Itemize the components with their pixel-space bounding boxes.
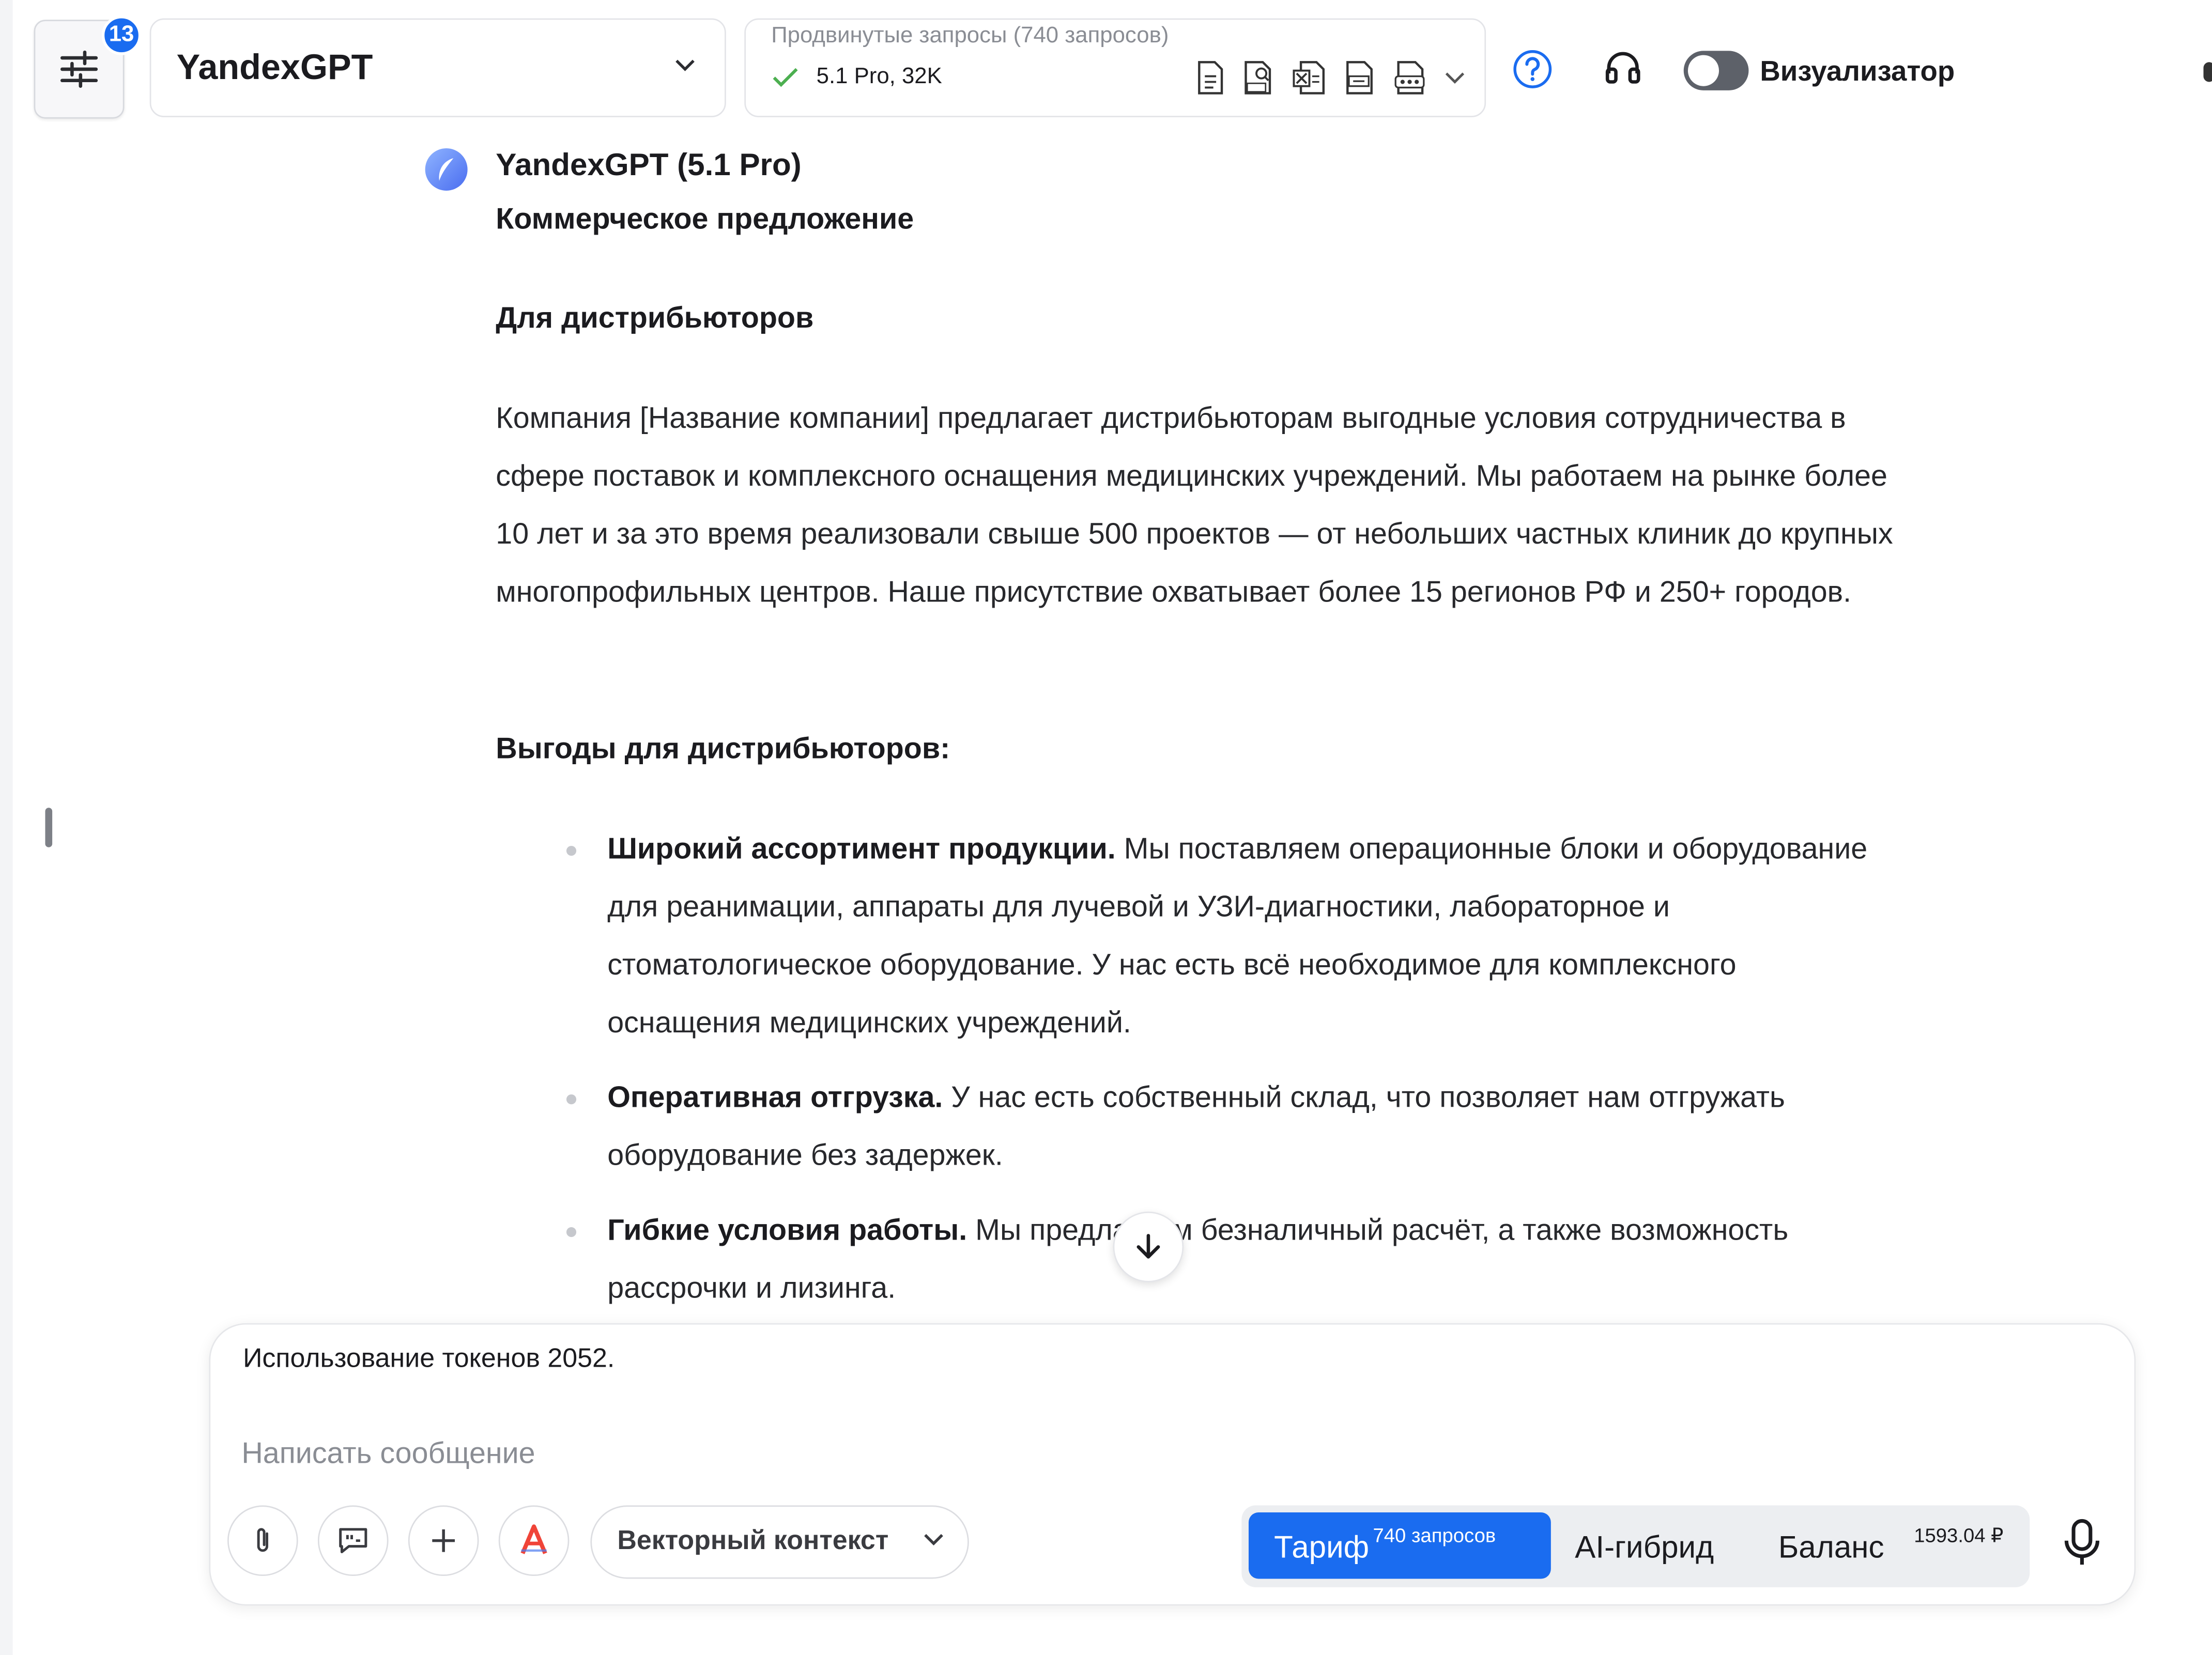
benefits-list: Широкий ассортимент продукции. Мы постав… <box>566 821 1879 1335</box>
prompts-button[interactable] <box>317 1505 389 1576</box>
attach-button[interactable] <box>227 1505 298 1576</box>
tab-tariff[interactable]: Тариф 740 запросов <box>1248 1512 1551 1579</box>
paperclip-icon <box>257 1528 268 1552</box>
list-item: Оперативная отгрузка. У нас есть собстве… <box>566 1069 1879 1185</box>
help-icon[interactable] <box>1511 48 1554 90</box>
visualizer-label: Визуализатор <box>1760 56 1955 88</box>
doc-icon[interactable] <box>1195 59 1226 96</box>
chevron-down-icon <box>924 1534 943 1546</box>
headset-icon[interactable] <box>1602 48 1644 90</box>
vector-context-label: Векторный контекст <box>617 1526 889 1556</box>
message-heading: Коммерческое предложение <box>496 203 914 236</box>
tab-balance[interactable]: Баланс <box>1778 1529 1884 1566</box>
notification-badge: 13 <box>101 16 142 55</box>
chevron-down-icon <box>675 59 695 71</box>
token-usage: Использование токенов 2052. <box>243 1344 615 1374</box>
balance-amount: 1593.04 ₽ <box>1914 1523 2004 1546</box>
requests-panel[interactable]: Продвинутые запросы (740 запросов) 5.1 P… <box>744 18 1486 117</box>
vector-context-select[interactable]: Векторный контекст <box>590 1505 969 1579</box>
microphone-icon[interactable] <box>2061 1518 2103 1569</box>
model-select-value: YandexGPT <box>176 47 373 87</box>
chat-quote-icon <box>339 1528 367 1554</box>
arrow-down-icon <box>1136 1234 1160 1259</box>
edge-control[interactable] <box>2203 62 2212 82</box>
benefits-heading: Выгоды для дистрибьюторов: <box>496 733 950 766</box>
model-select[interactable]: YandexGPT <box>149 18 726 117</box>
benefit-title: Широкий ассортимент продукции. <box>607 833 1116 866</box>
scroll-down-button[interactable] <box>1113 1211 1184 1282</box>
pdf-icon[interactable] <box>1240 59 1277 96</box>
billing-mode-switch: Тариф 740 запросов AI-гибрид Баланс 1593… <box>1241 1505 2030 1587</box>
benefit-title: Гибкие условия работы. <box>607 1214 967 1247</box>
requests-title: Продвинутые запросы (740 запросов) <box>771 24 1169 48</box>
requests-status: 5.1 Pro, 32K <box>771 65 942 90</box>
visualizer-toggle[interactable] <box>1683 51 1749 90</box>
benefit-title: Оперативная отгрузка. <box>607 1081 943 1115</box>
check-icon <box>773 68 798 87</box>
message-author: YandexGPT (5.1 Pro) <box>496 147 802 182</box>
export-icons <box>1195 59 1466 96</box>
message-composer: Использование токенов 2052. Векторный ко… <box>209 1323 2136 1606</box>
plus-icon <box>432 1529 455 1552</box>
left-sidebar-edge <box>0 0 13 1655</box>
txt-icon[interactable] <box>1342 59 1378 96</box>
sliders-icon <box>60 50 98 88</box>
tariff-label: Тариф <box>1274 1529 1370 1565</box>
docx-icon[interactable] <box>1393 59 1430 96</box>
tab-ai-hybrid[interactable]: AI-гибрид <box>1575 1529 1714 1566</box>
list-item: Широкий ассортимент продукции. Мы постав… <box>566 821 1879 1052</box>
chevron-down-icon[interactable] <box>1443 69 1466 86</box>
xls-icon[interactable] <box>1291 59 1328 96</box>
tariff-requests: 740 запросов <box>1373 1523 1496 1546</box>
letter-a-icon <box>520 1524 547 1554</box>
message-input[interactable] <box>238 1429 1516 1480</box>
message-subheading: Для дистрибьюторов <box>496 302 814 335</box>
requests-status-text: 5.1 Pro, 32K <box>816 65 942 89</box>
spellcheck-button[interactable] <box>498 1505 570 1576</box>
message-paragraph: Компания [Название компании] предлагает … <box>496 402 1893 609</box>
toggle-knob <box>1687 55 1719 86</box>
app-window: 13 YandexGPT Продвинутые запросы (740 за… <box>0 0 2212 1655</box>
yandexgpt-avatar <box>425 148 468 191</box>
list-item: Гибкие условия работы. Мы предлагаем без… <box>566 1202 1879 1318</box>
add-button[interactable] <box>408 1505 479 1576</box>
resize-handle[interactable] <box>45 808 53 847</box>
